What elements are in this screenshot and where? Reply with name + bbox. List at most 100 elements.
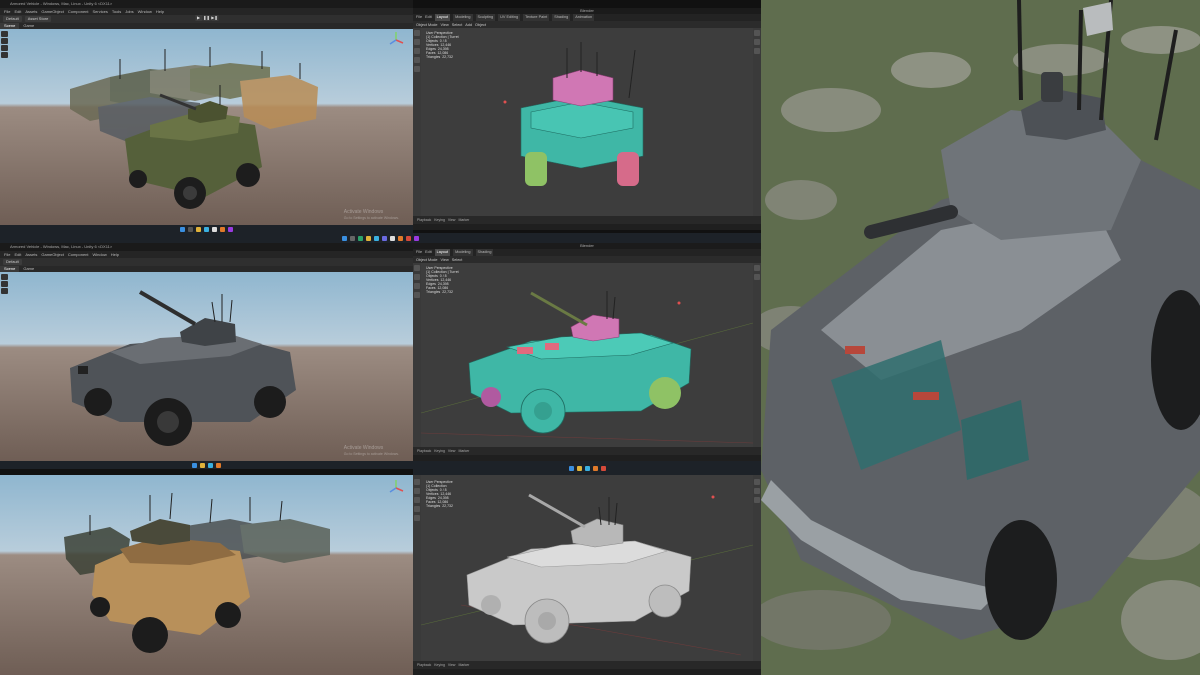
mode-dropdown[interactable]: Object Mode [416, 23, 438, 27]
browser-icon[interactable] [584, 465, 590, 471]
tab-uv-editing[interactable]: UV Editing [498, 14, 521, 21]
rotate-tool-icon[interactable] [1, 45, 8, 51]
menu-help[interactable]: Help [156, 8, 164, 15]
widgets-icon[interactable] [358, 235, 363, 241]
rotate-tool-icon[interactable] [1, 288, 8, 294]
pan-icon[interactable] [754, 39, 760, 45]
menu-edit[interactable]: Edit [425, 14, 432, 21]
menu-assets[interactable]: Assets [25, 8, 37, 15]
hand-tool-icon[interactable] [1, 274, 8, 280]
menu-assets[interactable]: Assets [25, 251, 37, 258]
step-icon[interactable]: ▶❚ [211, 15, 218, 21]
3d-viewport[interactable] [421, 263, 753, 447]
store-icon[interactable] [382, 235, 387, 241]
scale-tool-icon[interactable] [414, 515, 420, 521]
start-icon[interactable] [342, 235, 347, 241]
search-icon[interactable] [188, 226, 193, 232]
move-tool-icon[interactable] [414, 48, 420, 54]
menu-add[interactable]: Add [465, 23, 472, 27]
start-icon[interactable] [192, 462, 197, 468]
search-icon[interactable] [350, 235, 355, 241]
chrome-icon[interactable] [406, 235, 411, 241]
blender-icon[interactable] [220, 226, 225, 232]
pan-icon[interactable] [754, 274, 760, 280]
menu-services[interactable]: Services [93, 8, 108, 15]
menu-help[interactable]: Help [111, 251, 119, 258]
menu-select[interactable]: Select [452, 23, 463, 27]
zoom-icon[interactable] [754, 265, 760, 271]
start-icon[interactable] [180, 226, 185, 232]
menu-keying[interactable]: Keying [434, 447, 445, 455]
scale-tool-icon[interactable] [1, 52, 8, 58]
menu-component[interactable]: Component [68, 251, 89, 258]
move-tool-icon[interactable] [1, 281, 8, 287]
start-icon[interactable] [568, 465, 574, 471]
orientation-gizmo-icon[interactable] [387, 479, 405, 497]
menu-object[interactable]: Object [475, 23, 486, 27]
explorer-icon[interactable] [576, 465, 582, 471]
cursor-tool-icon[interactable] [414, 488, 420, 494]
unity-icon[interactable] [390, 235, 395, 241]
scene-viewport[interactable] [0, 272, 413, 461]
scene-viewport[interactable] [0, 475, 413, 675]
hand-tool-icon[interactable] [1, 31, 8, 37]
menu-timeline-view[interactable]: View [448, 216, 456, 224]
chrome-icon[interactable] [600, 465, 606, 471]
menu-keying[interactable]: Keying [434, 661, 445, 669]
menu-edit[interactable]: Edit [14, 8, 21, 15]
asset-store-button[interactable]: Asset Store [24, 16, 52, 22]
layout-dropdown[interactable]: Default [3, 16, 22, 22]
3d-viewport[interactable] [421, 28, 753, 216]
browser-icon[interactable] [208, 462, 213, 468]
menu-keying[interactable]: Keying [434, 216, 445, 224]
tab-modeling[interactable]: Modeling [453, 249, 473, 256]
3d-viewport[interactable] [421, 475, 753, 661]
zoom-icon[interactable] [754, 479, 760, 485]
browser-icon[interactable] [204, 226, 209, 232]
blender-icon[interactable] [398, 235, 403, 241]
tab-layout[interactable]: Layout [434, 14, 451, 21]
menu-file[interactable]: File [4, 8, 10, 15]
menu-select[interactable]: Select [452, 258, 463, 262]
menu-file[interactable]: File [416, 249, 422, 256]
menu-marker[interactable]: Marker [458, 447, 469, 455]
tab-animation[interactable]: Animation [573, 14, 595, 21]
menu-playback[interactable]: Playback [417, 216, 431, 224]
menu-edit[interactable]: Edit [14, 251, 21, 258]
tab-modeling[interactable]: Modeling [453, 14, 473, 21]
menu-window[interactable]: Window [93, 251, 107, 258]
tab-layout[interactable]: Layout [434, 249, 451, 256]
menu-file[interactable]: File [4, 251, 10, 258]
pan-icon[interactable] [754, 488, 760, 494]
tab-shading[interactable]: Shading [552, 14, 571, 21]
select-tool-icon[interactable] [414, 265, 420, 271]
move-tool-icon[interactable] [414, 283, 420, 289]
explorer-icon[interactable] [366, 235, 371, 241]
play-icon[interactable]: ▶ [195, 15, 202, 21]
menu-playback[interactable]: Playback [417, 661, 431, 669]
move-tool-icon[interactable] [414, 497, 420, 503]
menu-view[interactable]: View [441, 258, 449, 262]
menu-component[interactable]: Component [68, 8, 89, 15]
explorer-icon[interactable] [200, 462, 205, 468]
menu-playback[interactable]: Playback [417, 447, 431, 455]
menu-tools[interactable]: Tools [112, 8, 121, 15]
layout-dropdown[interactable]: Default [3, 259, 22, 265]
rotate-tool-icon[interactable] [414, 292, 420, 298]
app-icon[interactable] [228, 226, 233, 232]
menu-timeline-view[interactable]: View [448, 661, 456, 669]
menu-marker[interactable]: Marker [458, 216, 469, 224]
move-tool-icon[interactable] [1, 38, 8, 44]
menu-view[interactable]: View [441, 23, 449, 27]
select-tool-icon[interactable] [414, 479, 420, 485]
rotate-tool-icon[interactable] [414, 57, 420, 63]
camera-icon[interactable] [754, 497, 760, 503]
app-icon[interactable] [414, 235, 419, 241]
pause-icon[interactable]: ❚❚ [203, 15, 210, 21]
mode-dropdown[interactable]: Object Mode [416, 258, 438, 262]
menu-gameobject[interactable]: GameObject [41, 8, 63, 15]
explorer-icon[interactable] [196, 226, 201, 232]
cursor-tool-icon[interactable] [414, 39, 420, 45]
tab-shading[interactable]: Shading [475, 249, 494, 256]
tab-texture-paint[interactable]: Texture Paint [523, 14, 550, 21]
